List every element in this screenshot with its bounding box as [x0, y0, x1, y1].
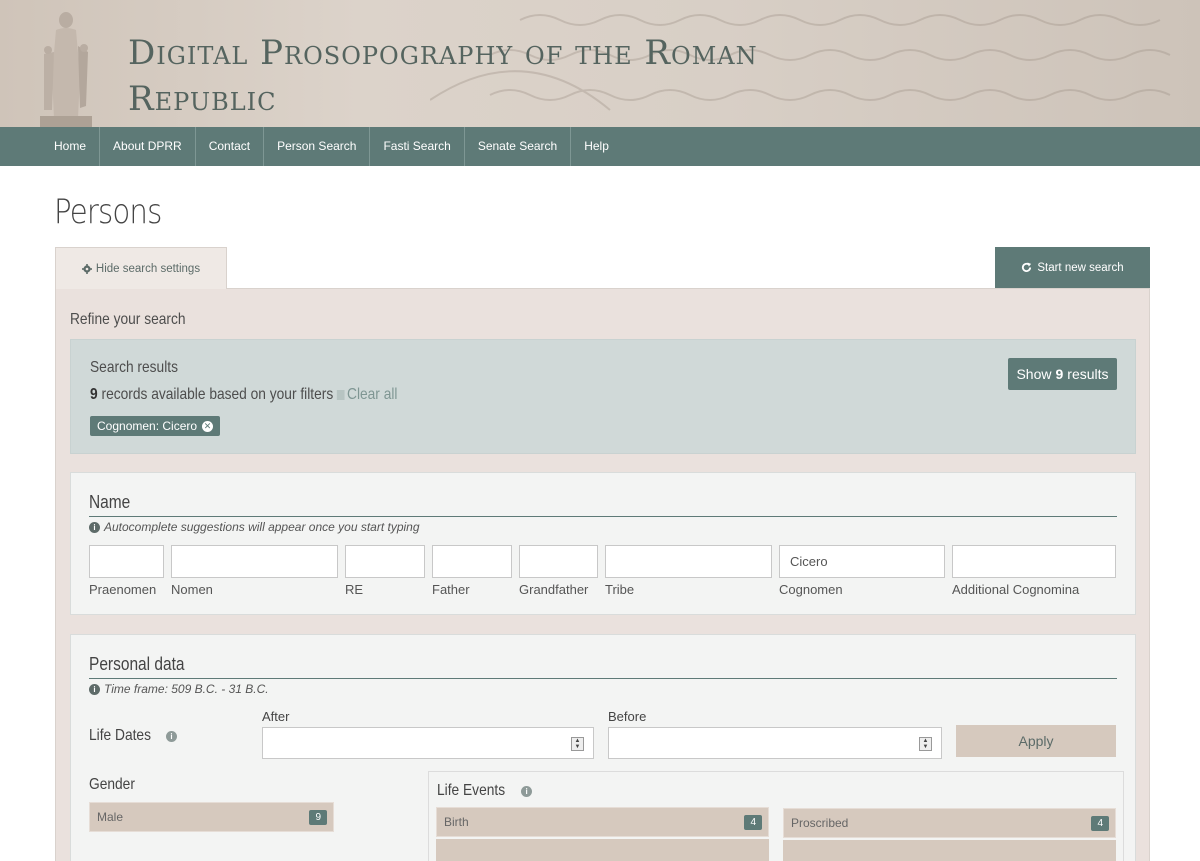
site-title: Digital Prosopography of the Roman Repub… [128, 33, 758, 119]
nav-about[interactable]: About DPRR [100, 127, 196, 166]
refine-title: Refine your search [70, 311, 186, 328]
remove-filter-icon[interactable]: ✕ [202, 420, 214, 432]
life-event-count: 4 [744, 814, 762, 830]
life-events-box: Life Events i Birth 4 Proscribed 4 [428, 771, 1124, 861]
praenomen-label: Praenomen [89, 582, 157, 597]
gender-facet-count: 9 [309, 809, 327, 825]
before-date-input[interactable]: ▲ ▼ [608, 727, 942, 759]
name-section-title: Name [89, 492, 131, 512]
life-event-label: Proscribed [791, 816, 849, 830]
name-section-hint: i Autocomplete suggestions will appear o… [89, 520, 420, 534]
personal-data-section: Personal data i Time frame: 509 B.C. - 3… [70, 634, 1136, 861]
nomen-field: Nomen [171, 545, 338, 597]
tribe-field: Tribe [605, 545, 772, 597]
nav-home[interactable]: Home [41, 127, 101, 166]
life-events-text: Life Events [437, 782, 506, 799]
after-label: After [262, 709, 290, 724]
life-event-birth[interactable]: Birth 4 [436, 807, 769, 837]
results-count: 9 [90, 386, 98, 403]
hide-search-settings-label: Hide search settings [95, 262, 201, 275]
life-events-info-icon[interactable]: i [521, 785, 533, 797]
show-results-count: 9 [1055, 366, 1064, 382]
additional-cognomina-input[interactable] [952, 545, 1116, 578]
grandfather-input[interactable] [519, 545, 598, 578]
life-event-proscribed[interactable]: Proscribed 4 [783, 808, 1116, 838]
start-new-search-button[interactable]: Start new search [995, 247, 1150, 288]
nav-person-search[interactable]: Person Search [264, 127, 371, 166]
results-title: Search results [90, 359, 178, 376]
active-filter-tag[interactable]: Cognomen: Cicero ✕ [90, 416, 221, 436]
results-count-suffix: records available based on your filters [101, 386, 334, 403]
after-date-field: After ▲ ▼ [262, 709, 594, 759]
nav-contact[interactable]: Contact [196, 127, 265, 166]
grandfather-field: Grandfather [519, 545, 598, 597]
cognomen-field: Cognomen [779, 545, 945, 597]
re-field: RE [345, 545, 425, 597]
results-summary: 9 records available based on your filter… [90, 386, 397, 404]
life-events-title: Life Events i [437, 782, 533, 800]
re-input[interactable] [345, 545, 425, 578]
grandfather-label: Grandfather [519, 582, 589, 597]
refresh-icon [1022, 262, 1032, 272]
life-dates-text: Life Dates [89, 727, 151, 744]
show-results-suffix: results [1067, 366, 1109, 382]
info-icon: i [89, 521, 100, 533]
site-banner: Digital Prosopography of the Roman Repub… [0, 0, 1200, 127]
name-hint-text: Autocomplete suggestions will appear onc… [104, 520, 420, 534]
tribe-label: Tribe [605, 582, 635, 597]
nav-senate-search[interactable]: Senate Search [465, 127, 572, 166]
statue-logo [40, 12, 92, 127]
gender-title: Gender [89, 776, 135, 793]
info-icon: i [89, 683, 100, 695]
start-new-search-label: Start new search [1037, 261, 1124, 274]
personal-data-title: Personal data [89, 654, 185, 674]
gear-icon [81, 263, 92, 274]
tribe-input[interactable] [605, 545, 772, 578]
re-label: RE [345, 582, 364, 597]
nav-fasti-search[interactable]: Fasti Search [370, 127, 465, 166]
before-label: Before [608, 709, 647, 724]
life-event-count: 4 [1091, 815, 1109, 831]
father-input[interactable] [432, 545, 512, 578]
name-section: Name i Autocomplete suggestions will app… [70, 472, 1136, 615]
trash-icon [336, 390, 345, 400]
nav-help[interactable]: Help [571, 127, 622, 166]
cognomen-input[interactable] [779, 545, 945, 578]
cognomen-label: Cognomen [779, 582, 843, 597]
praenomen-input[interactable] [89, 545, 164, 578]
apply-button[interactable]: Apply [956, 725, 1116, 757]
time-frame-text: Time frame: 509 B.C. - 31 B.C. [104, 682, 269, 696]
search-results-box: Search results 9 records available based… [70, 339, 1136, 454]
clear-all-link[interactable]: Clear all [347, 386, 397, 403]
praenomen-field: Praenomen [89, 545, 164, 597]
before-spinner-icon[interactable]: ▲ ▼ [919, 737, 932, 751]
life-event-label: Birth [444, 815, 469, 829]
nomen-label: Nomen [171, 582, 213, 597]
life-dates-info-icon[interactable]: i [166, 730, 178, 742]
life-event-next-row[interactable] [436, 839, 769, 861]
life-dates-label: Life Dates i [89, 727, 178, 745]
search-settings-panel: Refine your search Search results 9 reco… [55, 288, 1150, 861]
after-date-input[interactable]: ▲ ▼ [262, 727, 594, 759]
after-spinner-icon[interactable]: ▲ ▼ [571, 737, 584, 751]
page-title: Persons [54, 192, 162, 232]
name-section-divider [89, 516, 1117, 517]
hide-search-settings-tab[interactable]: Hide search settings [55, 247, 227, 289]
life-event-next-row[interactable] [783, 840, 1116, 861]
father-label: Father [432, 582, 470, 597]
show-results-prefix: Show [1016, 366, 1052, 382]
show-results-button[interactable]: Show 9 results [1008, 358, 1117, 390]
active-filter-label: Cognomen: Cicero [97, 419, 198, 433]
main-nav: Home About DPRR Contact Person Search Fa… [0, 127, 1200, 166]
gender-facet-label: Male [97, 810, 124, 824]
personal-data-divider [89, 678, 1117, 679]
additional-cognomina-field: Additional Cognomina [952, 545, 1116, 597]
before-date-field: Before ▲ ▼ [608, 709, 942, 759]
father-field: Father [432, 545, 512, 597]
additional-cognomina-label: Additional Cognomina [952, 582, 1080, 597]
nomen-input[interactable] [171, 545, 338, 578]
gender-facet-male[interactable]: Male 9 [89, 802, 334, 832]
personal-data-hint: i Time frame: 509 B.C. - 31 B.C. [89, 682, 269, 696]
